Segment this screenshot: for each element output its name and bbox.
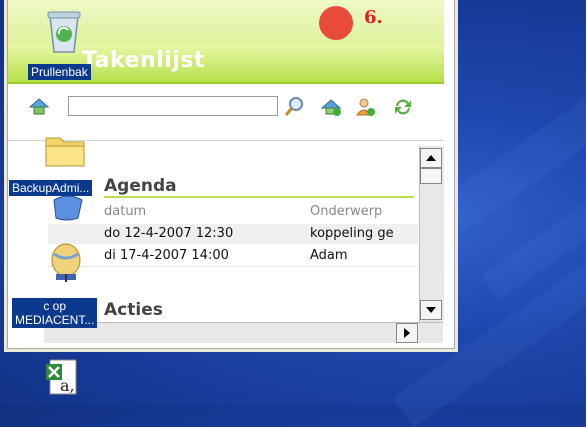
scroll-thumb[interactable] — [420, 168, 442, 184]
network-drive-icon — [53, 195, 83, 221]
folder-icon — [45, 137, 85, 167]
recycle-bin-label[interactable]: Prullenbak — [28, 64, 91, 80]
arrow-up-icon — [426, 155, 436, 161]
add-task-icon[interactable] — [320, 96, 342, 118]
recycle-bin-icon — [47, 11, 81, 53]
svg-text:a,: a, — [60, 376, 75, 395]
row-onderwerp: Adam — [310, 248, 348, 263]
mediacenter-share-label[interactable]: c op MEDIACENT... — [12, 298, 98, 328]
arrow-right-icon — [404, 328, 410, 338]
table-row[interactable]: do 12-4-2007 12:30 koppeling ge — [48, 224, 418, 244]
step-marker-dot — [319, 6, 353, 40]
row-datum: do 12-4-2007 12:30 — [104, 226, 234, 241]
vertical-scrollbar[interactable] — [419, 146, 444, 322]
refresh-icon[interactable] — [392, 96, 414, 118]
search-input[interactable] — [68, 96, 278, 116]
mediacenter-share-label-line2: MEDIACENT... — [15, 313, 95, 327]
excel-file-desktop-icon[interactable]: a, — [44, 358, 84, 400]
backup-folder-desktop-icon[interactable] — [44, 130, 88, 170]
network-globe-icon — [51, 243, 81, 282]
excel-icon: a, — [46, 359, 77, 395]
scroll-up-button[interactable] — [420, 148, 442, 168]
row-datum: di 17-4-2007 14:00 — [104, 248, 229, 263]
horizontal-scrollbar[interactable] — [44, 322, 443, 343]
agenda-section-title: Agenda — [104, 176, 177, 196]
recycle-bin-desktop-icon[interactable] — [44, 8, 84, 58]
widget-title: Takenlijst — [82, 48, 205, 73]
add-user-icon[interactable] — [354, 96, 376, 118]
arrow-down-icon — [426, 307, 436, 313]
table-row[interactable]: di 17-4-2007 14:00 Adam — [48, 246, 418, 266]
row-onderwerp: koppeling ge — [310, 226, 394, 241]
mediacenter-share-desktop-icon[interactable] — [46, 240, 86, 286]
column-header-datum: datum — [104, 204, 147, 219]
acties-section-title: Acties — [104, 300, 163, 320]
widget-toolbar — [8, 84, 444, 132]
row-divider — [48, 266, 418, 267]
search-icon[interactable] — [284, 96, 306, 118]
scroll-right-button[interactable] — [396, 323, 418, 343]
mediacenter-share-label-line1: c op — [43, 299, 67, 313]
column-header-onderwerp: Onderwerp — [310, 204, 383, 219]
step-number: 6. — [364, 7, 383, 28]
scroll-down-button[interactable] — [420, 300, 442, 320]
network-share-partial-icon — [50, 192, 86, 222]
agenda-underline — [104, 196, 414, 198]
home-icon[interactable] — [28, 96, 50, 118]
